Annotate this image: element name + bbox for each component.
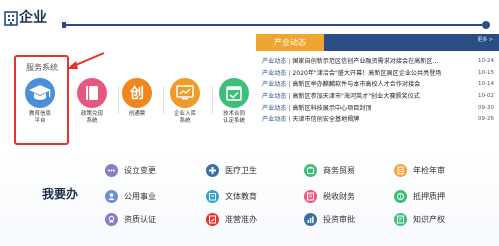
medical-icon xyxy=(206,163,219,177)
service-tech-contract[interactable]: 技术合同 认定系统 xyxy=(212,78,256,125)
todo-item-healthcare[interactable]: 医疗卫生 xyxy=(206,163,257,177)
service-label: 创通票 xyxy=(128,111,146,117)
more-link[interactable]: 更多 > xyxy=(477,36,493,43)
todo-item-mortgage[interactable]: 抵押质押 xyxy=(394,189,445,203)
todo-item-business-permit[interactable]: 准营准办 xyxy=(206,212,257,226)
todo-item-qualification[interactable]: 资质认证 xyxy=(105,212,156,226)
service-chuangtong-voucher[interactable]: 创 创通票 xyxy=(115,78,159,118)
monitor-chart-icon xyxy=(170,78,200,108)
dots-icon xyxy=(105,163,118,177)
news-item[interactable]: 产业动态 | 国家自创新示范区信创产业融资需求对接会在高新区… 10-24 xyxy=(262,56,494,68)
book-icon xyxy=(77,78,107,108)
todo-item-public-utilities[interactable]: 公用事业 xyxy=(105,189,156,203)
tab-industry-news[interactable]: 产业动态 xyxy=(256,34,324,51)
news-item[interactable]: 产业动态 | 高新区科技展示中心项目封顶 09-30 xyxy=(262,102,494,115)
todo-item-setup-change[interactable]: 设立变更 xyxy=(105,163,156,177)
trade-icon xyxy=(304,163,317,177)
section-title: 企业 xyxy=(19,10,47,26)
chuang-badge-icon: 创 xyxy=(122,78,152,108)
red-arrow-icon xyxy=(67,52,105,69)
news-item[interactable]: 产业动态 | 2020年"津洽会"盛大开幕！高新区展区企业公共亮登场 10-15 xyxy=(262,67,494,80)
news-tab-bar: 更多 > xyxy=(324,34,499,51)
news-item[interactable]: 产业动态 | 天津市信创安全基地揭牌 09-26 xyxy=(262,114,494,127)
education-icon xyxy=(206,189,219,203)
news-item[interactable]: 产业动态 | 高新区举办麒麟软件与本市高校人才合作对接会 10-14 xyxy=(262,79,494,92)
header-divider-end xyxy=(482,21,490,29)
highlight-box xyxy=(14,55,69,145)
news-date: 10-14 xyxy=(476,79,494,92)
section-header: 企业 xyxy=(0,0,499,34)
service-label: 企业入库 系统 xyxy=(173,111,196,124)
todo-item-investment-approval[interactable]: 投资审批 xyxy=(304,212,355,226)
service-label: 政策兑现 系统 xyxy=(80,111,103,124)
todo-item-commerce[interactable]: 商务贸易 xyxy=(304,163,355,177)
service-label: 技术合同 认定系统 xyxy=(222,111,245,124)
service-enterprise-registry[interactable]: 企业入库 系统 xyxy=(163,78,207,125)
news-date: 10-02 xyxy=(476,91,494,103)
news-date: 09-30 xyxy=(476,102,494,115)
news-date: 10-15 xyxy=(476,67,494,80)
calendar-check-icon xyxy=(219,78,249,108)
building-icon xyxy=(4,11,18,26)
mortgage-icon xyxy=(394,189,407,203)
news-date: 10-24 xyxy=(476,56,494,68)
investment-icon xyxy=(304,212,317,226)
todo-item-culture-education[interactable]: 文体教育 xyxy=(206,189,257,203)
public-utility-icon xyxy=(105,189,118,203)
certification-icon xyxy=(105,212,118,226)
permit-icon xyxy=(206,212,219,226)
todo-item-tax-finance[interactable]: 税收财务 xyxy=(304,189,355,203)
ip-icon xyxy=(394,212,407,226)
service-policy-system[interactable]: 政策兑现 系统 xyxy=(70,78,114,125)
todo-item-intellectual-property[interactable]: 知识产权 xyxy=(394,212,445,226)
inspection-icon xyxy=(394,163,407,177)
todo-title: 我要办 xyxy=(42,187,79,201)
tax-icon xyxy=(304,189,317,203)
header-divider xyxy=(62,22,482,28)
news-list: 产业动态 | 国家自创新示范区信创产业融资需求对接会在高新区… 10-24 产业… xyxy=(262,56,494,127)
news-date: 09-26 xyxy=(476,114,494,127)
news-item[interactable]: 产业动态 | 高新区参加天津市"海河英才"创业大赛颁奖仪式 10-02 xyxy=(262,91,494,103)
todo-item-annual-inspection[interactable]: 年检年审 xyxy=(394,163,445,177)
